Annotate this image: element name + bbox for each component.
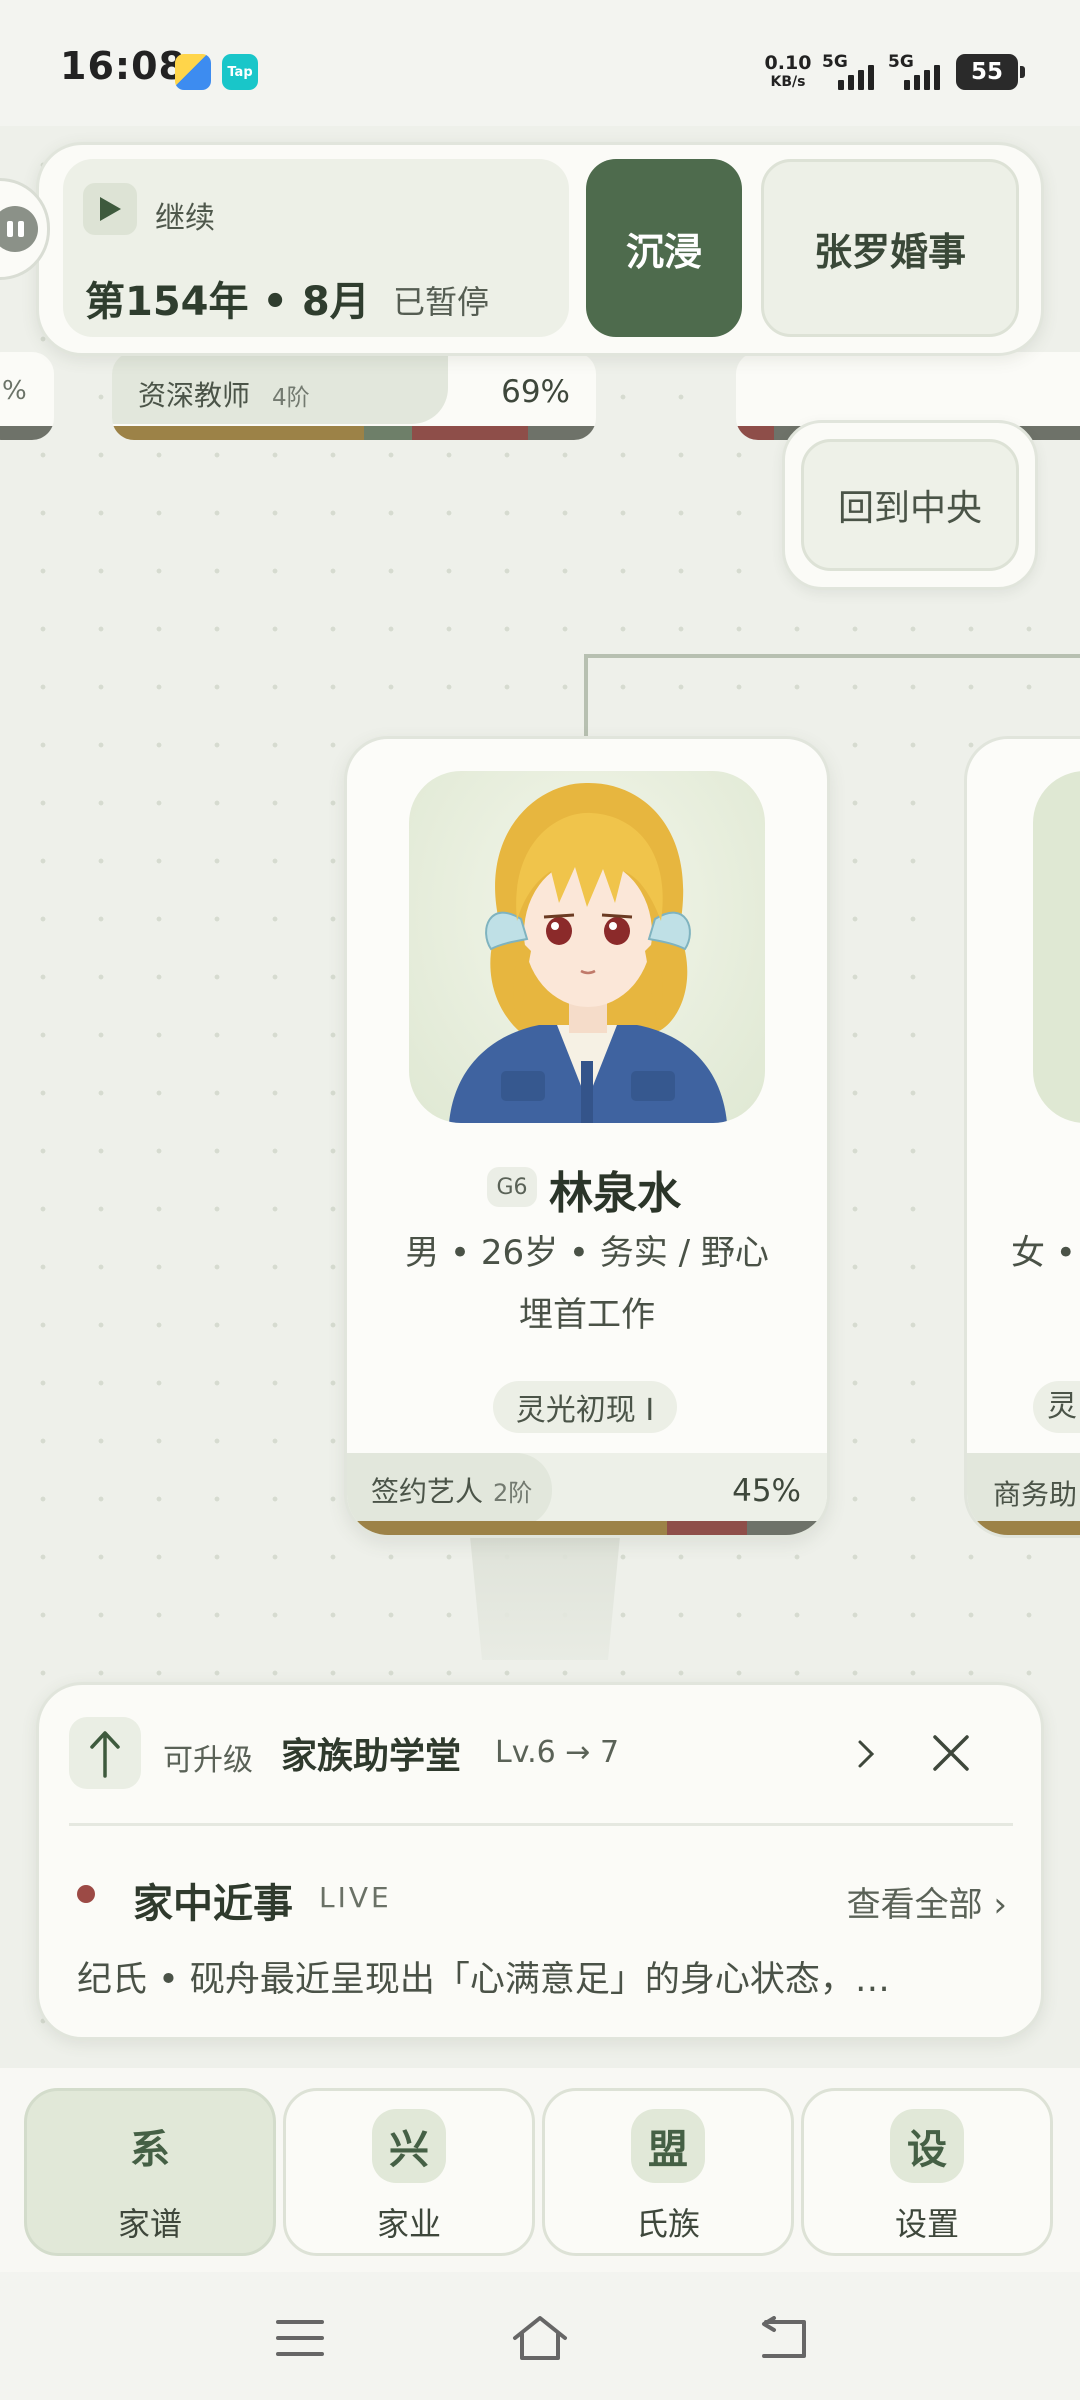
pause-icon: [0, 206, 38, 252]
trait-color-segment: [426, 1521, 507, 1535]
nav-tab-family-tree[interactable]: 系 家谱: [24, 2088, 276, 2256]
recenter-panel: 回到中央: [782, 420, 1038, 590]
character-portrait: [409, 771, 765, 1123]
person-info: 男 • 26岁 • 务实 / 野心: [405, 1233, 769, 1273]
continue-label: 继续: [155, 201, 215, 236]
trait-color-segment: [586, 1521, 667, 1535]
back-icon[interactable]: [752, 2308, 812, 2368]
family-tree-icon: 系: [130, 2127, 170, 2173]
arrange-marriage-button[interactable]: 张罗婚事: [761, 159, 1019, 337]
business-icon: 兴: [372, 2109, 446, 2183]
alliance-icon: 盟: [631, 2109, 705, 2183]
upgrade-level: Lv.6 → 7: [495, 1735, 620, 1770]
career-footer: 商务助: [967, 1453, 1080, 1527]
background-card-left[interactable]: %: [0, 352, 54, 440]
signal-icon: 5G: [822, 52, 884, 92]
character-portrait: [1033, 771, 1080, 1123]
settings-icon: 设: [890, 2109, 964, 2183]
menu-icon[interactable]: [270, 2308, 330, 2368]
news-title: 家中近事: [133, 1881, 293, 1927]
notification-panel: 可升级 家族助学堂 Lv.6 → 7 家中近事 LIVE 查看全部 › 纪氏 •…: [36, 1682, 1044, 2040]
system-navigation-bar: [0, 2272, 1080, 2400]
divider: [69, 1823, 1013, 1826]
trait-color-segment: [666, 1521, 747, 1535]
bottom-navigation: 系 家谱 兴 家业 盟 氏族 设 设置: [0, 2068, 1080, 2272]
trait-color-segment: [506, 1521, 587, 1535]
game-date: 第154年 • 8月: [85, 279, 370, 325]
immerse-button[interactable]: 沉浸: [586, 159, 742, 337]
nav-tab-settings[interactable]: 设 设置: [801, 2088, 1053, 2256]
background-card-teacher[interactable]: 资深教师 4阶 69%: [112, 352, 596, 440]
recenter-button[interactable]: 回到中央: [801, 439, 1019, 571]
trait-color-segment: [347, 1521, 427, 1535]
talent-tag[interactable]: 灵光初现 Ⅰ: [493, 1381, 677, 1433]
upgrade-arrow-icon: [69, 1717, 141, 1789]
career-tag: 商务助: [993, 1478, 1078, 1511]
chevron-right-icon[interactable]: [841, 1729, 891, 1779]
tree-trunk: [470, 1536, 620, 1660]
person-card[interactable]: G6 林泉水 男 • 26岁 • 务实 / 野心 埋首工作 灵光初现 Ⅰ 签约艺…: [344, 736, 830, 1538]
person-activity: 埋首工作: [519, 1295, 655, 1335]
signal-icon: 5G: [888, 52, 950, 92]
nav-label: 家业: [376, 2205, 441, 2243]
view-all-link[interactable]: 查看全部 ›: [847, 1877, 1007, 1926]
paused-status: 已暂停: [393, 283, 490, 321]
status-bar: 16:08 Tap 0.10 KB/s 5G 5G 55: [0, 0, 1080, 126]
tree-connector: [584, 654, 588, 738]
trait-color-strip: [347, 1521, 827, 1535]
generation-badge: G6: [487, 1167, 537, 1207]
person-info: 女 •: [1011, 1233, 1076, 1273]
time-status-card[interactable]: 继续 第154年 • 8月 已暂停: [63, 159, 569, 337]
live-dot-icon: [77, 1885, 95, 1903]
nav-tab-clans[interactable]: 盟 氏族: [542, 2088, 794, 2256]
trait-color-strip: [967, 1521, 1080, 1535]
nav-label: 家谱: [117, 2205, 182, 2243]
trait-color-segment: [746, 1521, 827, 1535]
play-icon: [100, 197, 121, 221]
person-card-partial[interactable]: 女 • 灵 商务助: [964, 736, 1080, 1538]
notification-app-icon: [175, 54, 211, 90]
upgrade-label: 可升级: [163, 1743, 253, 1778]
talent-tag[interactable]: 灵: [1033, 1381, 1080, 1433]
live-badge: LIVE: [319, 1881, 392, 1914]
nav-tab-business[interactable]: 兴 家业: [283, 2088, 535, 2256]
career-footer: 签约艺人 2阶 45%: [347, 1453, 827, 1527]
play-button[interactable]: [83, 183, 137, 235]
home-icon[interactable]: [510, 2308, 570, 2368]
battery-icon: 55: [956, 54, 1025, 90]
career-progress-text: 45%: [732, 1473, 801, 1509]
taptap-app-icon: Tap: [222, 54, 258, 90]
tree-connector: [584, 654, 1080, 658]
nav-label: 氏族: [635, 2205, 700, 2243]
close-icon[interactable]: [919, 1721, 983, 1785]
network-speed: 0.10 KB/s: [764, 52, 812, 90]
nav-label: 设置: [894, 2205, 959, 2243]
news-item[interactable]: 纪氏 • 砚舟最近呈现出「心满意足」的身心状态，…: [77, 1951, 1007, 2002]
upgrade-building-name[interactable]: 家族助学堂: [281, 1727, 461, 1779]
person-name: 林泉水: [549, 1168, 681, 1219]
clock: 16:08: [60, 44, 186, 88]
career-tag: 签约艺人 2阶: [347, 1453, 553, 1527]
time-control-panel: 继续 第154年 • 8月 已暂停 沉浸 张罗婚事: [36, 142, 1044, 356]
